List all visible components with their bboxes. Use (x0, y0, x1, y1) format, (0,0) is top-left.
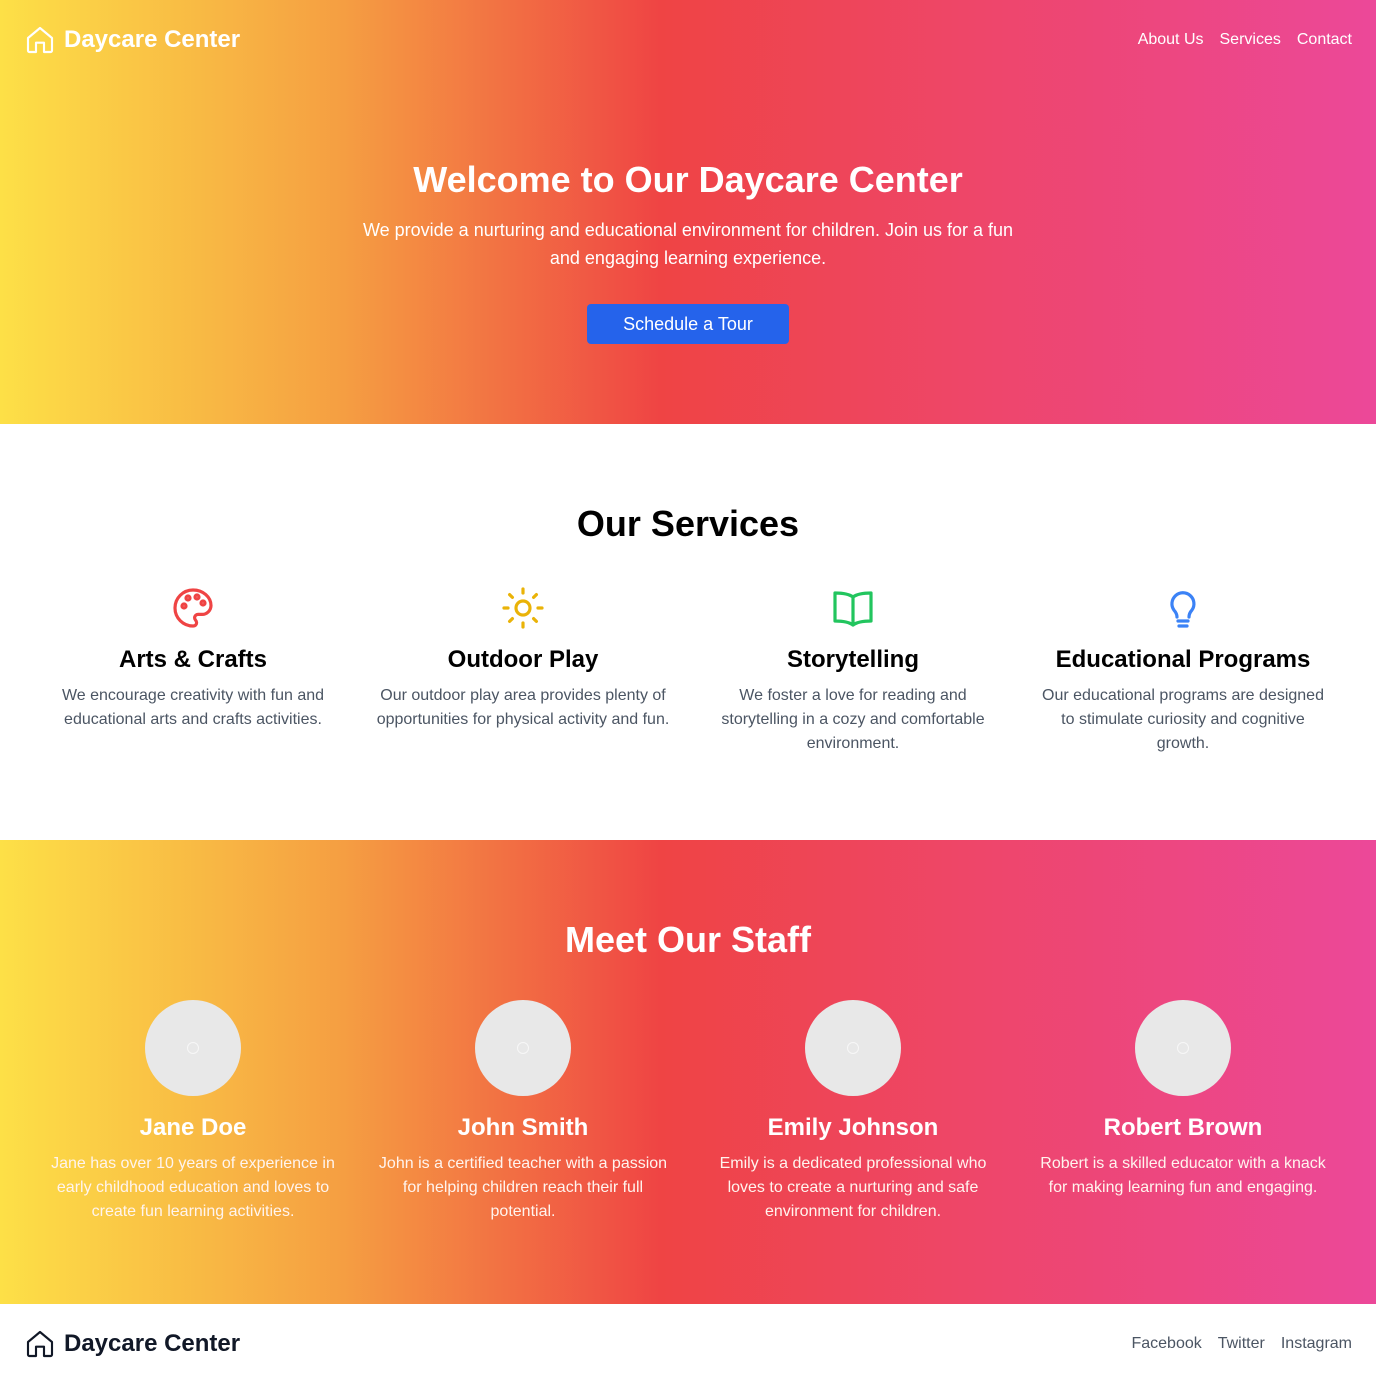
staff-bio: Robert is a skilled educator with a knac… (1040, 1155, 1326, 1196)
staff-name: Jane Doe (139, 1114, 247, 1141)
service-desc: Our educational programs are designed to… (1042, 687, 1324, 752)
services-section: Our Services Arts & Crafts We encourage … (0, 424, 1376, 840)
service-desc: We foster a love for reading and storyte… (721, 687, 985, 752)
home-icon (26, 26, 54, 54)
avatar (475, 1000, 571, 1096)
sun-icon (502, 587, 544, 629)
hero-text: We provide a nurturing and educational e… (362, 220, 1014, 268)
staff-name: John Smith (457, 1114, 589, 1141)
staff-name: Robert Brown (1103, 1114, 1263, 1141)
staff-card-john-smith: John Smith John is a certified teacher w… (358, 1000, 688, 1224)
staff-name: Emily Johnson (767, 1114, 939, 1141)
service-card-outdoor-play: Outdoor Play Our outdoor play area provi… (358, 584, 688, 756)
services-grid: Arts & Crafts We encourage creativity wi… (28, 584, 1348, 756)
service-title: Outdoor Play (447, 646, 599, 673)
service-card-arts-crafts: Arts & Crafts We encourage creativity wi… (28, 584, 358, 756)
staff-card-jane-doe: Jane Doe Jane has over 10 years of exper… (28, 1000, 358, 1224)
hero-section: Daycare Center About Us Services Contact… (0, 0, 1376, 424)
social-links: Facebook Twitter Instagram (1131, 1334, 1352, 1354)
staff-grid: Jane Doe Jane has over 10 years of exper… (28, 1000, 1348, 1224)
nav-link-services[interactable]: Services (1220, 30, 1281, 50)
service-title: Educational Programs (1055, 646, 1311, 673)
staff-bio: John is a certified teacher with a passi… (378, 1155, 668, 1220)
staff-card-emily-johnson: Emily Johnson Emily is a dedicated profe… (688, 1000, 1018, 1224)
service-card-storytelling: Storytelling We foster a love for readin… (688, 584, 1018, 756)
main-nav: About Us Services Contact (1138, 30, 1352, 50)
service-title: Storytelling (786, 646, 919, 673)
avatar (1135, 1000, 1231, 1096)
staff-section: Meet Our Staff Jane Doe Jane has over 10… (0, 840, 1376, 1304)
brand-name: Daycare Center (64, 26, 241, 53)
image-placeholder-icon (517, 1042, 529, 1054)
brand-logo[interactable]: Daycare Center (24, 24, 240, 56)
service-title: Arts & Crafts (118, 646, 268, 673)
avatar (145, 1000, 241, 1096)
image-placeholder-icon (847, 1042, 859, 1054)
footer-brand-name: Daycare Center (64, 1330, 241, 1357)
twitter-link[interactable]: Twitter (1218, 1334, 1265, 1354)
lightbulb-icon (1170, 591, 1196, 628)
schedule-tour-button[interactable]: Schedule a Tour (587, 304, 789, 344)
facebook-link[interactable]: Facebook (1131, 1334, 1201, 1354)
staff-bio: Emily is a dedicated professional who lo… (719, 1155, 987, 1220)
image-placeholder-icon (187, 1042, 199, 1054)
avatar (805, 1000, 901, 1096)
staff-card-robert-brown: Robert Brown Robert is a skilled educato… (1018, 1000, 1348, 1224)
image-placeholder-icon (1177, 1042, 1189, 1054)
footer-brand-logo[interactable]: Daycare Center (24, 1328, 240, 1360)
home-icon (26, 1330, 54, 1358)
nav-link-about-us[interactable]: About Us (1138, 30, 1204, 50)
services-title: Our Services (576, 503, 800, 544)
footer: Daycare Center Facebook Twitter Instagra… (0, 1304, 1376, 1384)
service-desc: Our outdoor play area provides plenty of… (376, 687, 670, 728)
hero-title: Welcome to Our Daycare Center (413, 159, 963, 200)
instagram-link[interactable]: Instagram (1281, 1334, 1352, 1354)
service-card-educational-programs: Educational Programs Our educational pro… (1018, 584, 1348, 756)
service-desc: We encourage creativity with fun and edu… (61, 687, 325, 728)
book-open-icon (833, 591, 873, 627)
top-navbar: Daycare Center About Us Services Contact (0, 0, 1376, 80)
staff-bio: Jane has over 10 years of experience in … (51, 1155, 335, 1220)
staff-title: Meet Our Staff (564, 919, 812, 960)
palette-icon (173, 588, 213, 628)
nav-link-contact[interactable]: Contact (1297, 30, 1352, 50)
